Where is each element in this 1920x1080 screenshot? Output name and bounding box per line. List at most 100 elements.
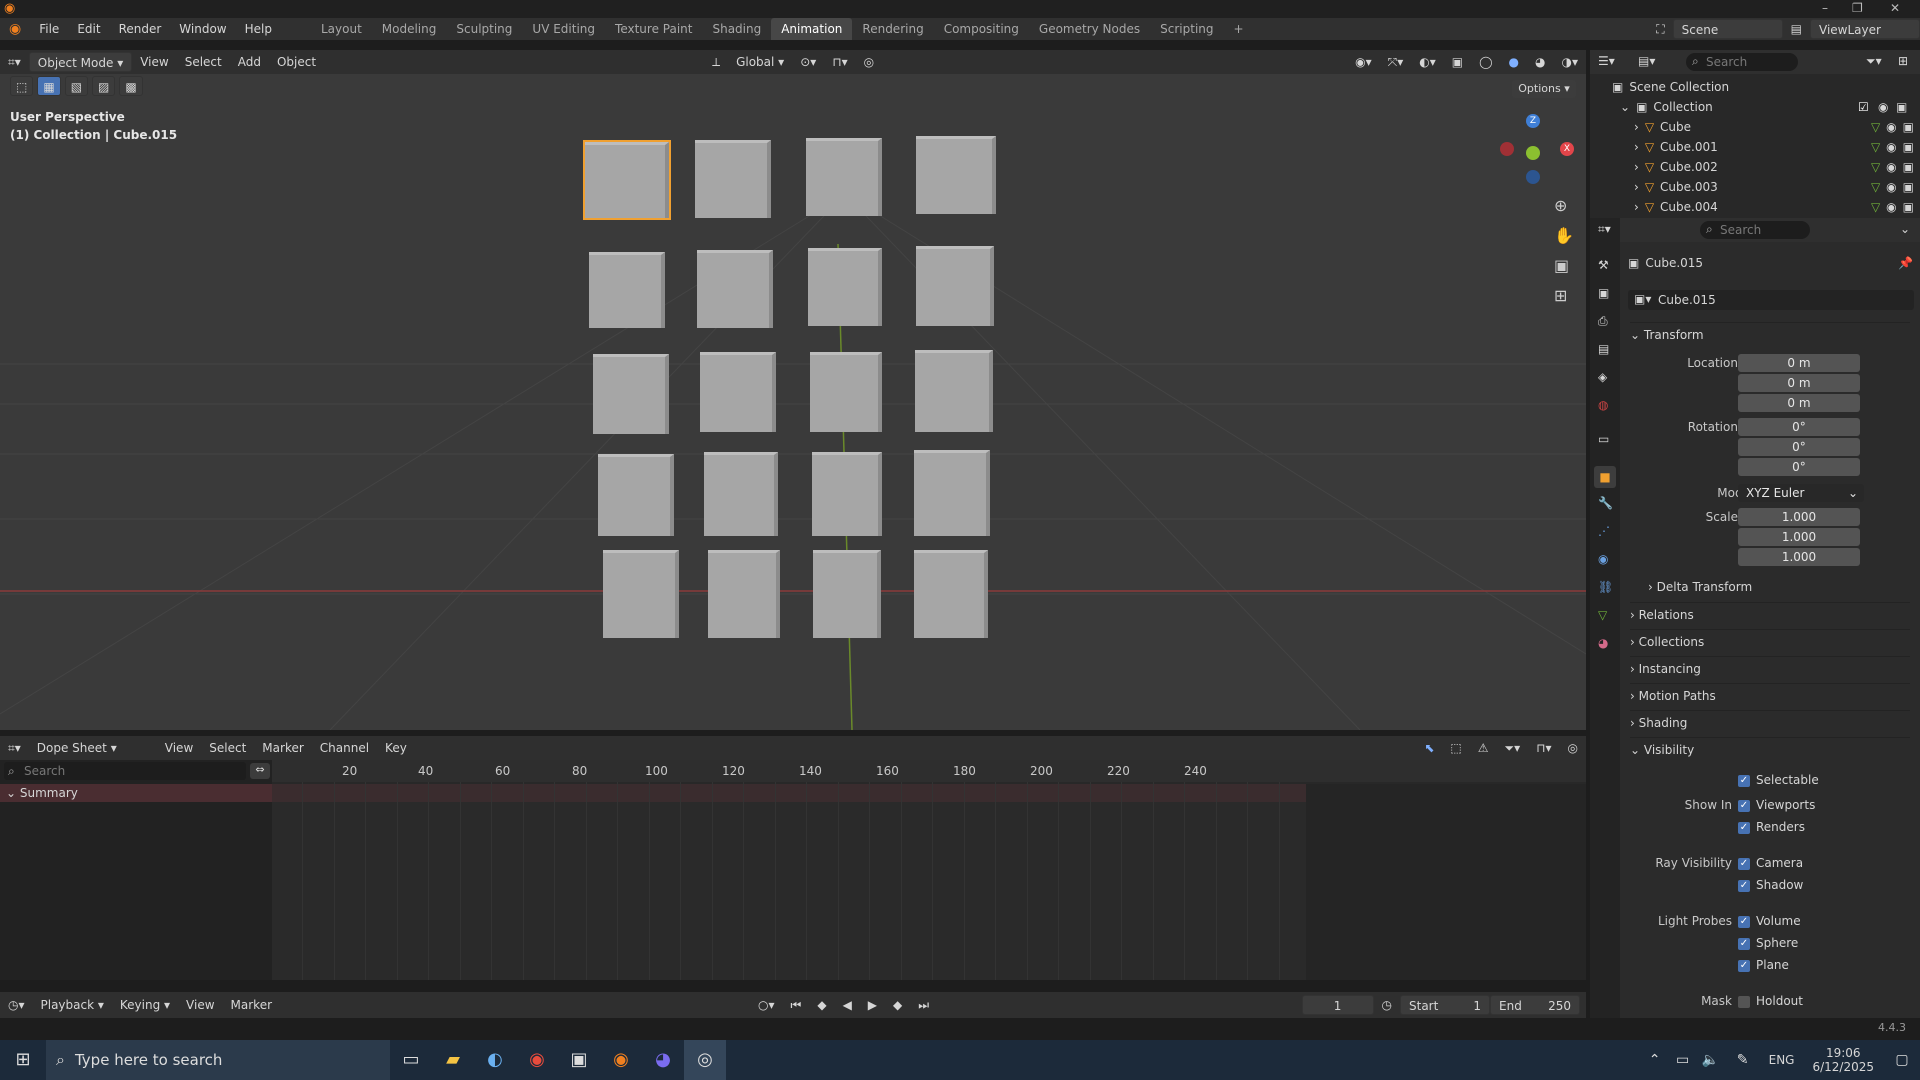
editor-type-icon[interactable]: ⌗▾ bbox=[0, 52, 29, 72]
scene-icon[interactable]: ⛶ bbox=[1648, 19, 1672, 39]
cube-object[interactable] bbox=[589, 252, 665, 328]
tab-layout[interactable]: Layout bbox=[311, 18, 372, 40]
eye-icon[interactable]: ◉ bbox=[1886, 160, 1896, 174]
overlay-toggle-icon[interactable]: ◐▾ bbox=[1411, 52, 1444, 72]
wireframe-shading-icon[interactable]: ◯ bbox=[1471, 52, 1500, 72]
object-name-field[interactable]: Cube.015 bbox=[1628, 290, 1914, 310]
eye-icon[interactable]: ◉ bbox=[1886, 140, 1896, 154]
eye-icon[interactable]: ◉ bbox=[1886, 180, 1896, 194]
show-hidden-icon[interactable]: ⬚ bbox=[1442, 738, 1469, 758]
volume-icon[interactable]: 🔈 bbox=[1697, 1040, 1725, 1080]
only-selected-icon[interactable]: ⬉ bbox=[1416, 738, 1442, 758]
motion-paths-section[interactable]: › Motion Paths bbox=[1630, 683, 1910, 707]
location-x-field[interactable]: 0 m bbox=[1738, 354, 1860, 372]
cube-object[interactable] bbox=[914, 450, 990, 536]
tab-compositing[interactable]: Compositing bbox=[934, 18, 1029, 40]
instancing-section[interactable]: › Instancing bbox=[1630, 656, 1910, 680]
current-frame-field[interactable]: 1 bbox=[1301, 995, 1374, 1015]
rendered-shading-icon[interactable]: ◑▾ bbox=[1554, 52, 1587, 72]
properties-editor-icon[interactable]: ⌗▾ bbox=[1598, 222, 1611, 237]
jump-prev-keyframe-icon[interactable]: ◆ bbox=[809, 995, 834, 1015]
data-tab-icon[interactable]: ▽ bbox=[1598, 608, 1607, 622]
tab-sculpting[interactable]: Sculpting bbox=[446, 18, 522, 40]
location-z-field[interactable]: 0 m bbox=[1738, 394, 1860, 412]
rotation-y-field[interactable]: 0° bbox=[1738, 438, 1860, 456]
cube-object[interactable] bbox=[697, 250, 773, 328]
outliner-item-cube[interactable]: › ▽ Cube ▽ ◉ ▣ bbox=[1634, 120, 1914, 134]
zoom-icon[interactable]: ⊕ bbox=[1554, 196, 1567, 215]
properties-search-input[interactable]: Search bbox=[1700, 221, 1810, 239]
tab-scripting[interactable]: Scripting bbox=[1150, 18, 1223, 40]
steam-icon[interactable]: ◐ bbox=[474, 1040, 516, 1080]
mode-selector[interactable]: Object Mode ▾ bbox=[28, 52, 133, 72]
cube-object[interactable] bbox=[914, 550, 988, 638]
material-shading-icon[interactable]: ◕ bbox=[1527, 52, 1553, 72]
tab-shading[interactable]: Shading bbox=[702, 18, 771, 40]
clock[interactable]: 19:06 6/12/2025 bbox=[1802, 1046, 1884, 1074]
jump-end-icon[interactable]: ⏭ bbox=[910, 995, 937, 1015]
world-tab-icon[interactable]: ◍ bbox=[1598, 398, 1608, 412]
scene-collection-row[interactable]: ▣ Scene Collection bbox=[1612, 80, 1729, 94]
xray-icon[interactable]: ▣ bbox=[1444, 52, 1471, 72]
tab-geometry-nodes[interactable]: Geometry Nodes bbox=[1029, 18, 1150, 40]
scale-y-field[interactable]: 1.000 bbox=[1738, 528, 1860, 546]
orientation-selector[interactable]: Global ▾ bbox=[728, 52, 792, 72]
play-icon[interactable]: ▶ bbox=[860, 995, 885, 1015]
outliner-editor-icon[interactable]: ☰▾ bbox=[1598, 54, 1615, 68]
gizmo-toggle-icon[interactable]: ⤧▾ bbox=[1380, 52, 1412, 72]
particles-tab-icon[interactable]: ⋰ bbox=[1598, 524, 1610, 538]
chrome-icon[interactable]: ◉ bbox=[516, 1040, 558, 1080]
sphere-checkbox[interactable]: ✓ bbox=[1738, 938, 1750, 950]
cube-object[interactable] bbox=[810, 352, 882, 432]
eye-icon[interactable]: ◉ bbox=[1878, 100, 1888, 114]
gizmo-neg-x-icon[interactable] bbox=[1500, 142, 1514, 156]
cube-object[interactable] bbox=[813, 550, 881, 638]
cube-object[interactable] bbox=[593, 354, 669, 434]
output-tab-icon[interactable]: ⎙ bbox=[1598, 314, 1608, 329]
cube-object[interactable] bbox=[915, 350, 993, 432]
holdout-checkbox[interactable] bbox=[1738, 996, 1750, 1008]
cube-object[interactable] bbox=[916, 136, 996, 214]
cube-object[interactable] bbox=[603, 550, 679, 638]
proportional-edit-icon[interactable]: ◎ bbox=[1560, 738, 1586, 758]
3d-viewport[interactable]: ⬚ ▦ ▧ ▨ ▩ Options ▾ User Perspective (1)… bbox=[0, 74, 1586, 730]
view-layer-tab-icon[interactable]: ▤ bbox=[1598, 342, 1609, 356]
play-reverse-icon[interactable]: ◀ bbox=[835, 995, 860, 1015]
camera-view-icon[interactable]: ▣ bbox=[1554, 256, 1569, 275]
frame-ruler[interactable] bbox=[272, 760, 1586, 782]
menu-channel[interactable]: Channel bbox=[312, 738, 377, 758]
tool-tab-icon[interactable]: ⚒ bbox=[1598, 258, 1609, 272]
eye-icon[interactable]: ◉ bbox=[1886, 120, 1896, 134]
auto-keying-icon[interactable]: ○▾ bbox=[750, 995, 783, 1015]
language-indicator[interactable]: ENG bbox=[1761, 1053, 1803, 1067]
renders-checkbox[interactable]: ✓ bbox=[1738, 822, 1750, 834]
physics-tab-icon[interactable]: ◉ bbox=[1598, 552, 1608, 566]
maximize-icon[interactable]: ❐ bbox=[1852, 1, 1863, 15]
visibility-icon[interactable]: ◉▾ bbox=[1347, 52, 1380, 72]
minimize-icon[interactable]: – bbox=[1822, 1, 1828, 15]
editor-type-icon[interactable]: ⌗▾ bbox=[0, 738, 29, 758]
clock-editor-icon[interactable]: ◷▾ bbox=[0, 995, 33, 1015]
gizmo-x-icon[interactable]: X bbox=[1560, 142, 1574, 156]
visibility-section[interactable]: ⌄ Visibility bbox=[1630, 737, 1910, 761]
camera-icon[interactable]: ▣ bbox=[1903, 180, 1914, 194]
obs-icon[interactable]: ◎ bbox=[684, 1040, 726, 1080]
filter-icon[interactable]: ⏷▾ bbox=[1497, 738, 1529, 758]
outliner-item-cube-004[interactable]: › ▽ Cube.004 ▽ ◉ ▣ bbox=[1634, 200, 1914, 214]
eye-icon[interactable]: ◉ bbox=[1886, 200, 1896, 214]
camera-icon[interactable]: ▣ bbox=[1903, 160, 1914, 174]
outliner-item-cube-003[interactable]: › ▽ Cube.003 ▽ ◉ ▣ bbox=[1634, 180, 1914, 194]
scene-tab-icon[interactable]: ◈ bbox=[1598, 370, 1607, 384]
object-tab-icon[interactable]: ■ bbox=[1594, 466, 1616, 488]
cube-object[interactable] bbox=[700, 352, 776, 432]
relations-section[interactable]: › Relations bbox=[1630, 602, 1910, 626]
start-frame-field[interactable]: Start 1 bbox=[1400, 995, 1490, 1015]
chevron-up-icon[interactable]: ⌃ bbox=[1641, 1040, 1669, 1080]
blender-menu-icon[interactable]: ◉ bbox=[0, 18, 30, 40]
new-collection-icon[interactable]: ⊞ bbox=[1898, 54, 1908, 68]
cube-object[interactable] bbox=[598, 454, 674, 536]
menu-view[interactable]: View bbox=[157, 738, 201, 758]
cube-object[interactable] bbox=[916, 246, 994, 326]
snap-icon[interactable]: ⊓▾ bbox=[824, 52, 855, 72]
jump-start-icon[interactable]: ⏮ bbox=[783, 995, 810, 1015]
